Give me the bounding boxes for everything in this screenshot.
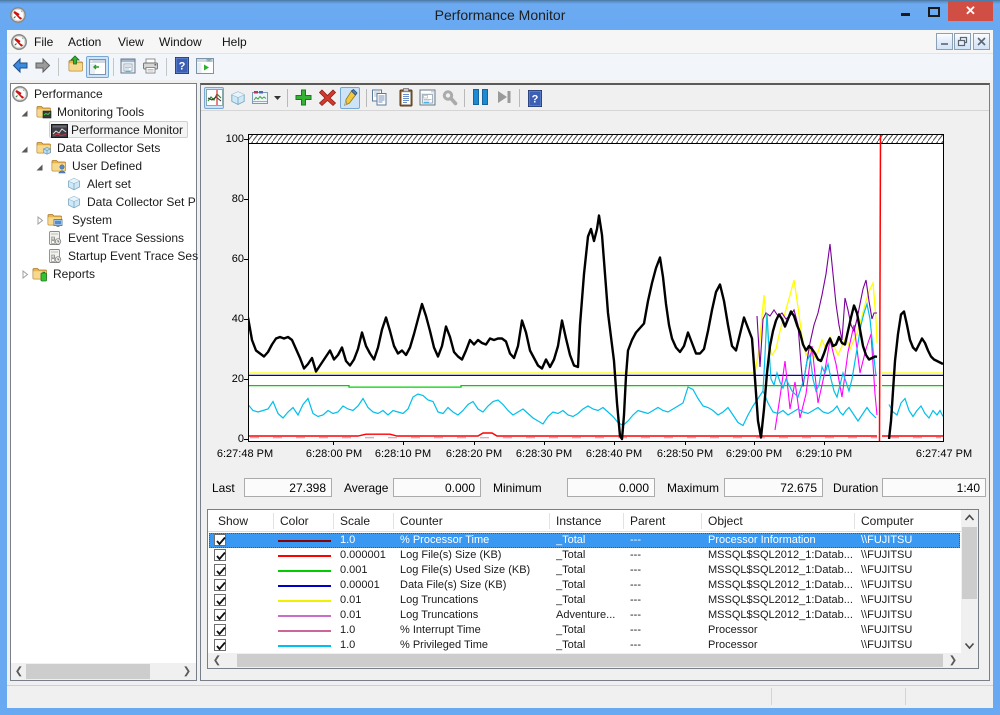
svg-text:?: ? <box>532 94 539 106</box>
svg-text:?: ? <box>179 61 186 73</box>
